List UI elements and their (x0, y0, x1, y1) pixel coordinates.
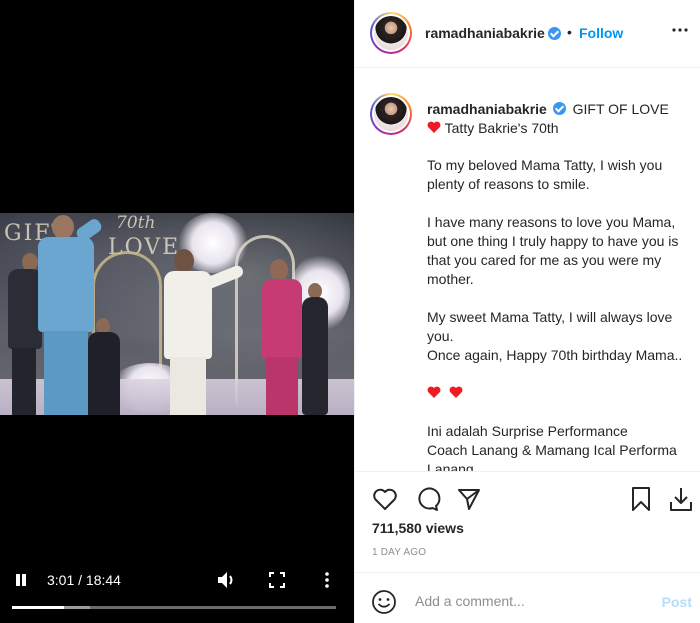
save-button[interactable] (627, 485, 655, 513)
video-player[interactable]: GIFT 70th LOVE 3:01 / 18:44 (0, 0, 354, 623)
download-button[interactable] (667, 485, 695, 513)
video-time: 3:01 / 18:44 (47, 572, 121, 588)
performer-white-suit (160, 249, 250, 415)
volume-icon (218, 572, 233, 588)
share-button[interactable] (455, 485, 483, 513)
comment-icon (418, 487, 441, 511)
bookmark-icon (632, 487, 650, 511)
performer-background (300, 283, 330, 415)
view-count[interactable]: 711,580 views (372, 520, 464, 536)
more-options-button[interactable] (670, 20, 690, 40)
comment-input[interactable] (415, 589, 645, 613)
fullscreen-icon (269, 572, 285, 588)
action-bar (355, 471, 700, 523)
caption-username[interactable]: ramadhaniabakrie (427, 101, 547, 117)
post-comment-button[interactable]: Post (662, 594, 692, 610)
video-frame[interactable]: GIFT 70th LOVE (0, 213, 354, 415)
caption-text: To my beloved Mama Tatty, I wish you ple… (427, 156, 692, 471)
avatar[interactable] (370, 93, 412, 135)
post-header: ramadhaniabakrie • Follow (355, 0, 700, 68)
verified-badge-icon (552, 102, 566, 115)
video-progress-bar (12, 606, 65, 609)
caption-paragraph: Coach Lanang & Mamang Ical Performa Lana… (427, 442, 677, 471)
post-sidebar: ramadhaniabakrie • Follow ramadhaniabakr… (354, 0, 700, 623)
post-timestamp[interactable]: 1 DAY AGO (372, 547, 426, 558)
download-icon (670, 488, 692, 511)
caption-title: GIFT OF LOVE (572, 101, 669, 117)
like-button[interactable] (371, 485, 399, 513)
caption-subtitle: Tatty Bakrie's 70th (444, 120, 559, 136)
volume-button[interactable] (216, 570, 238, 590)
performer-background (86, 318, 122, 415)
caption-paragraph: To my beloved Mama Tatty, I wish you ple… (427, 157, 663, 192)
red-heart-icon (449, 386, 463, 399)
red-heart-icon (427, 121, 441, 134)
comment-button[interactable] (413, 485, 441, 513)
caption-paragraph: Once again, Happy 70th birthday Mama.. (427, 347, 683, 363)
caption-paragraph: I have many reasons to love you Mama, bu… (427, 214, 679, 287)
verified-badge-icon (548, 27, 561, 40)
stage-text-70th: 70th (116, 213, 156, 233)
fullscreen-button[interactable] (268, 571, 286, 589)
comment-bar: Post (355, 572, 700, 623)
caption-paragraph: My sweet Mama Tatty, I will always love … (427, 309, 673, 344)
emoji-button[interactable] (371, 589, 397, 615)
more-horizontal-icon (672, 28, 688, 32)
caption-hearts (427, 384, 692, 403)
red-heart-icon (427, 386, 441, 399)
pause-button[interactable] (14, 573, 28, 587)
pause-icon (16, 574, 20, 586)
video-more-button[interactable] (320, 571, 334, 589)
more-vertical-icon (325, 572, 329, 588)
share-icon (458, 489, 480, 510)
separator-dot: • (567, 24, 572, 40)
emoji-icon (372, 590, 396, 614)
video-seek-bar[interactable] (12, 606, 336, 609)
follow-button[interactable]: Follow (579, 25, 623, 41)
header-username[interactable]: ramadhaniabakrie (425, 25, 545, 41)
heart-icon (373, 488, 397, 510)
caption-paragraph: Ini adalah Surprise Performance (427, 423, 628, 439)
avatar[interactable] (370, 12, 412, 54)
caption-area[interactable]: ramadhaniabakrie GIFT OF LOVE Tatty Bakr… (355, 69, 700, 471)
caption-header: ramadhaniabakrie GIFT OF LOVE Tatty Bakr… (427, 100, 692, 138)
